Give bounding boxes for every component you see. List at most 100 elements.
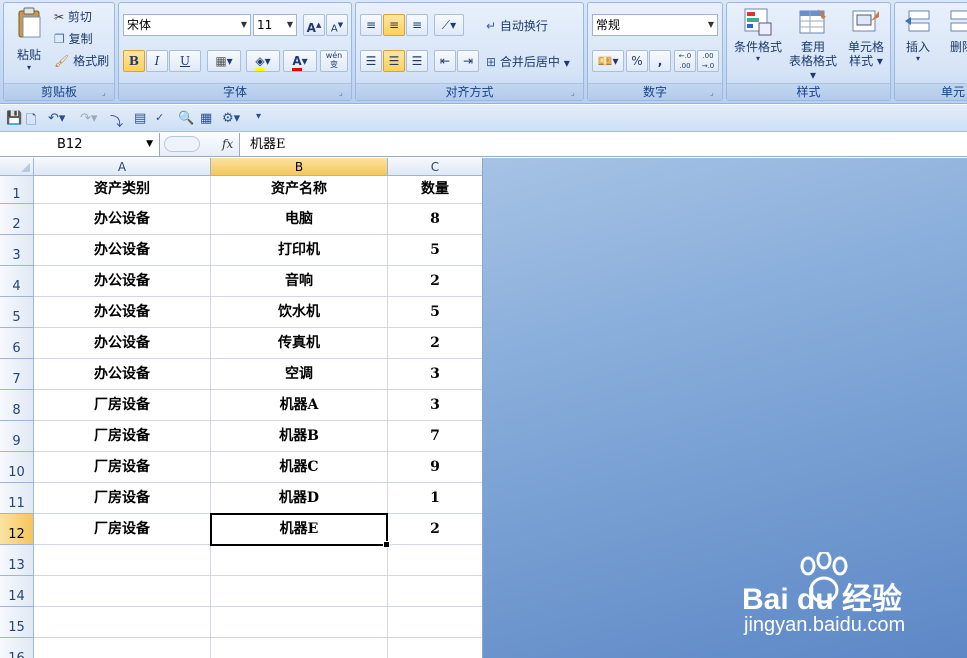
format-as-table-button[interactable]: 套用 表格格式 ▾ [785,7,841,82]
row-header-5[interactable]: 5 [0,297,34,328]
row-header-7[interactable]: 7 [0,359,34,390]
dialog-launcher-icon[interactable]: ⌟ [102,88,111,97]
cell-a11[interactable]: 厂房设备 [34,483,211,514]
grid-icon[interactable]: ▦ [200,111,212,126]
cell-b2[interactable]: 电脑 [211,204,388,235]
row-header-1[interactable]: 1 [0,176,34,204]
dialog-launcher-icon[interactable]: ⌟ [710,88,719,97]
cell-a14[interactable] [34,576,211,607]
cell-c2[interactable]: 8 [388,204,482,235]
cell-b14[interactable] [211,576,388,607]
cell-c8[interactable]: 3 [388,390,482,421]
column-header-b[interactable]: B [211,158,388,176]
wrap-text-button[interactable]: ↵ 自动换行 [486,17,548,34]
row-header-4[interactable]: 4 [0,266,34,297]
cell-b8[interactable]: 机器A [211,390,388,421]
cell-b10[interactable]: 机器C [211,452,388,483]
cell-b7[interactable]: 空调 [211,359,388,390]
cell-b9[interactable]: 机器B [211,421,388,452]
align-right-button[interactable]: ☰ [406,50,428,72]
cell-a4[interactable]: 办公设备 [34,266,211,297]
number-format-select[interactable]: 常规 ▼ [592,14,718,36]
bold-button[interactable]: B [123,50,145,72]
comma-button[interactable]: , [649,50,671,72]
cell-c11[interactable]: 1 [388,483,482,514]
cell-a7[interactable]: 办公设备 [34,359,211,390]
cell-c1[interactable]: 数量 [388,176,482,204]
column-header-a[interactable]: A [34,158,211,176]
row-header-16[interactable]: 16 [0,638,34,658]
zoom-icon[interactable]: 🔍 [178,111,194,126]
merge-center-button[interactable]: ⊞ 合并后居中 ▼ [486,53,570,70]
new-document-icon[interactable]: 🗋 [26,111,36,133]
cell-b12[interactable]: 机器E [211,514,388,545]
align-middle-button[interactable]: ≡ [383,14,405,36]
cell-a1[interactable]: 资产类别 [34,176,211,204]
row-header-14[interactable]: 14 [0,576,34,607]
row-header-10[interactable]: 10 [0,452,34,483]
cell-a13[interactable] [34,545,211,576]
orientation-button[interactable]: ⟋▾ [434,14,464,36]
cell-c15[interactable] [388,607,482,638]
fill-color-button[interactable]: ◈▾ [246,50,280,72]
row-header-2[interactable]: 2 [0,204,34,235]
cell-c7[interactable]: 3 [388,359,482,390]
align-top-button[interactable]: ≡ [360,14,382,36]
chevron-down-icon[interactable]: ▼ [146,133,153,156]
format-brush-icon[interactable]: ⤵ [110,111,123,130]
border-button[interactable]: ▦▾ [207,50,241,72]
currency-button[interactable]: 💴▾ [592,50,624,72]
cell-a3[interactable]: 办公设备 [34,235,211,266]
phonetic-button[interactable]: wén 变 [320,50,348,72]
cell-a15[interactable] [34,607,211,638]
row-header-8[interactable]: 8 [0,390,34,421]
spell-check-icon[interactable]: ✓ [155,111,164,124]
cell-c10[interactable]: 9 [388,452,482,483]
customize-qat-icon[interactable]: ▾ [256,111,261,122]
select-all-corner[interactable] [0,158,34,176]
row-header-11[interactable]: 11 [0,483,34,514]
formula-resize-handle[interactable] [164,136,200,152]
row-header-12[interactable]: 12 [0,514,34,545]
dialog-launcher-icon[interactable]: ⌟ [339,88,348,97]
underline-button[interactable]: U [169,50,201,72]
cell-a12[interactable]: 厂房设备 [34,514,211,545]
align-bottom-button[interactable]: ≡ [406,14,428,36]
undo-icon[interactable]: ↶▾ [48,111,65,126]
row-header-15[interactable]: 15 [0,607,34,638]
cell-b13[interactable] [211,545,388,576]
cell-a8[interactable]: 厂房设备 [34,390,211,421]
row-header-13[interactable]: 13 [0,545,34,576]
cell-b6[interactable]: 传真机 [211,328,388,359]
decrease-indent-button[interactable]: ⇤ [434,50,456,72]
row-header-3[interactable]: 3 [0,235,34,266]
cell-styles-button[interactable]: 单元格 样式 ▾ [841,7,891,68]
align-left-button[interactable]: ☰ [360,50,382,72]
font-size-select[interactable]: 11 ▼ [253,14,297,36]
formula-input[interactable]: 机器E [250,133,286,156]
increase-indent-button[interactable]: ⇥ [457,50,479,72]
row-header-9[interactable]: 9 [0,421,34,452]
cell-b11[interactable]: 机器D [211,483,388,514]
decrease-decimal-button[interactable]: .00 →.0 [697,50,719,72]
paste-button[interactable]: 粘贴 ▾ [12,7,46,77]
dialog-launcher-icon[interactable]: ⌟ [571,88,580,97]
delete-button[interactable]: 删除 [943,7,967,54]
cell-b4[interactable]: 音响 [211,266,388,297]
fx-icon[interactable]: fx [222,137,233,151]
cell-c12[interactable]: 2 [388,514,482,545]
cell-c6[interactable]: 2 [388,328,482,359]
cell-b1[interactable]: 资产名称 [211,176,388,204]
cell-b5[interactable]: 饮水机 [211,297,388,328]
cell-a5[interactable]: 办公设备 [34,297,211,328]
cell-c14[interactable] [388,576,482,607]
font-name-select[interactable]: 宋体 ▼ [123,14,251,36]
cell-c16[interactable] [388,638,482,658]
copy-button[interactable]: ❐ 复制 [54,30,93,47]
row-header-6[interactable]: 6 [0,328,34,359]
percent-button[interactable]: % [626,50,648,72]
insert-button[interactable]: 插入 ▾ [899,7,937,63]
cell-c13[interactable] [388,545,482,576]
increase-decimal-button[interactable]: ←.0 .00 [674,50,696,72]
font-color-button[interactable]: A▾ [283,50,317,72]
